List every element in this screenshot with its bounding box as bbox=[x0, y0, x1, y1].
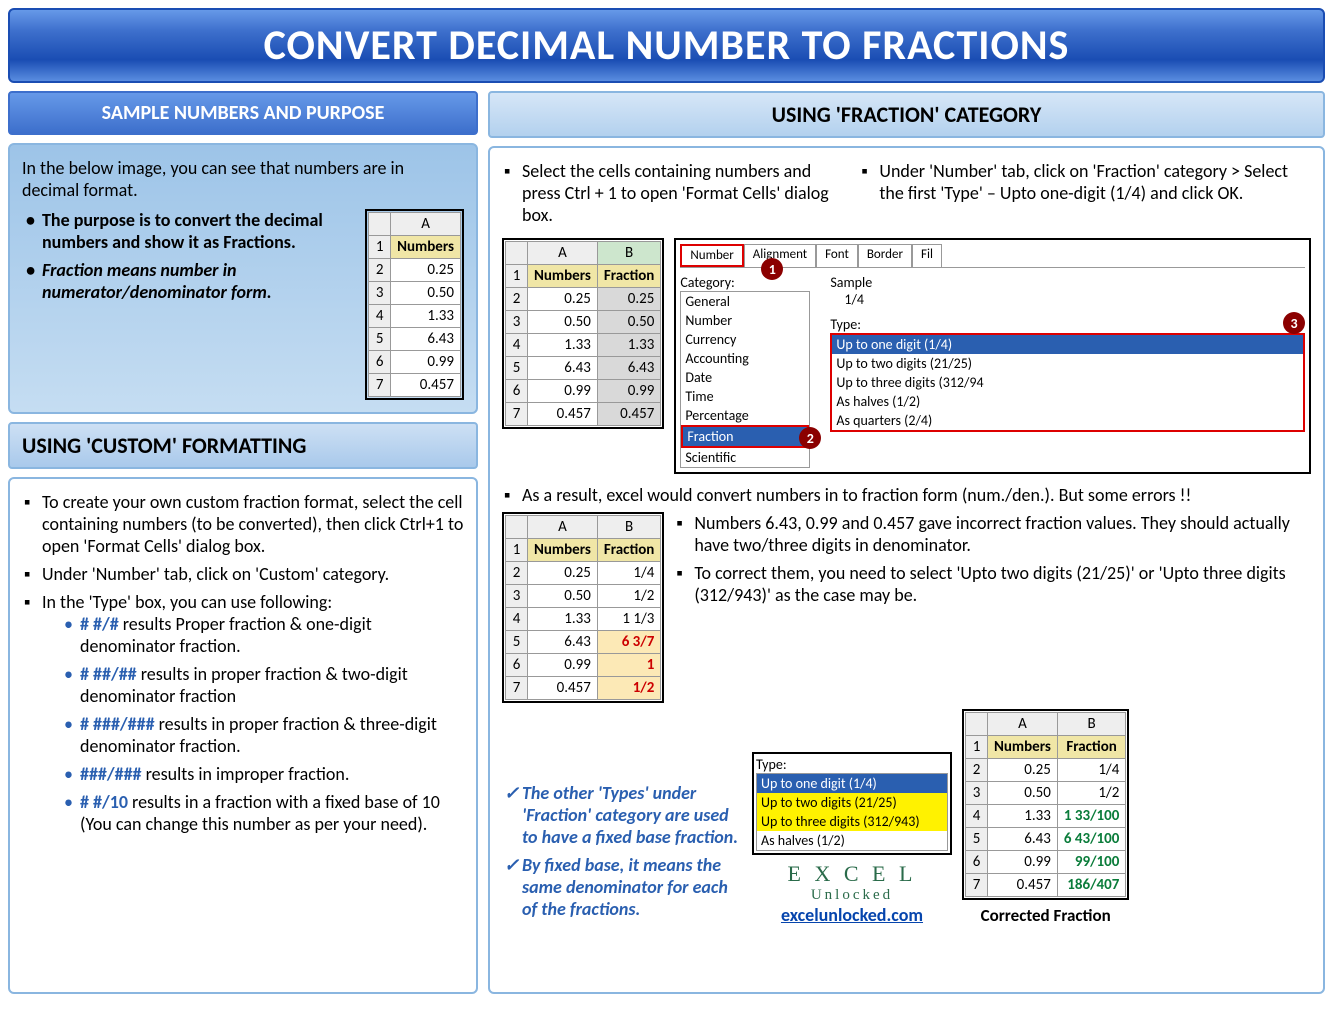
fmt3: # ###/### results in proper fraction & t… bbox=[60, 713, 464, 757]
fmt4: ###/### results in improper fraction. bbox=[60, 763, 464, 785]
corrected-caption: Corrected Fraction bbox=[962, 905, 1129, 926]
left-column: SAMPLE NUMBERS AND PURPOSE In the below … bbox=[8, 91, 478, 994]
custom-step3: In the 'Type' box, you can use following… bbox=[22, 591, 464, 835]
type-options[interactable]: Up to one digit (1/4) Up to two digits (… bbox=[756, 773, 948, 851]
main-title-banner: CONVERT DECIMAL NUMBER TO FRACTIONS bbox=[8, 8, 1325, 83]
right-column: USING 'FRACTION' CATEGORY Select the cel… bbox=[488, 91, 1325, 994]
category-fraction[interactable]: Fraction bbox=[681, 425, 809, 448]
corrected-table: AB 1NumbersFraction 20.251/4 30.501/2 41… bbox=[962, 709, 1129, 900]
badge-3: 3 bbox=[1283, 312, 1305, 334]
step-number-tab: Under 'Number' tab, click on 'Fraction' … bbox=[859, 160, 1311, 204]
type-label-dialog: Type: 3 bbox=[830, 316, 1305, 333]
tab-number[interactable]: Number bbox=[680, 244, 743, 267]
logo-line2: Unlocked bbox=[752, 887, 952, 904]
purpose-bullet: The purpose is to convert the decimal nu… bbox=[22, 209, 355, 253]
step-select: Select the cells containing numbers and … bbox=[502, 160, 849, 226]
note-other-types: The other 'Types' under 'Fraction' categ… bbox=[502, 782, 742, 848]
type-select-box: Type: Up to one digit (1/4) Up to two di… bbox=[752, 752, 952, 855]
main-title-text: CONVERT DECIMAL NUMBER TO FRACTIONS bbox=[264, 20, 1070, 71]
result-note: As a result, excel would convert numbers… bbox=[502, 484, 1311, 506]
format-cells-dialog: Number Alignment Font Border Fil 1 Categ… bbox=[674, 238, 1311, 474]
category-label: Category: bbox=[680, 274, 810, 291]
note-fixed-base: By fixed base, it means the same denomin… bbox=[502, 854, 742, 920]
type-list[interactable]: Up to one digit (1/4) Up to two digits (… bbox=[830, 333, 1305, 432]
error-table: AB 1NumbersFraction 20.251/4 30.501/2 41… bbox=[502, 512, 664, 703]
fmt1: # #/# results Proper fraction & one-digi… bbox=[60, 613, 464, 657]
fraction-panel: Select the cells containing numbers and … bbox=[488, 146, 1325, 994]
badge-2: 2 bbox=[799, 427, 821, 449]
fmt5: # #/10 results in a fraction with a fixe… bbox=[60, 791, 464, 835]
tab-border[interactable]: Border bbox=[858, 244, 912, 267]
sample-label: Sample bbox=[830, 274, 1305, 291]
correction-hint: To correct them, you need to select 'Upt… bbox=[674, 562, 1311, 606]
tab-fill[interactable]: Fil bbox=[912, 244, 942, 267]
sample-value: 1/4 bbox=[830, 291, 1305, 308]
sample-panel: In the below image, you can see that num… bbox=[8, 143, 478, 414]
logo-line1: E X C E L bbox=[752, 861, 952, 887]
sample-table: A 1Numbers 20.25 30.50 41.33 56.43 60.99… bbox=[365, 209, 464, 400]
fraction-def-bullet: Fraction means number in numerator/denom… bbox=[22, 259, 355, 303]
selection-table: AB 1NumbersFraction 20.250.25 30.500.50 … bbox=[502, 238, 664, 429]
custom-panel: To create your own custom fraction forma… bbox=[8, 477, 478, 994]
category-list[interactable]: General Number Currency Accounting Date … bbox=[680, 291, 810, 468]
error-explain: Numbers 6.43, 0.99 and 0.457 gave incorr… bbox=[674, 512, 1311, 556]
sample-header: SAMPLE NUMBERS AND PURPOSE bbox=[8, 91, 478, 135]
custom-step1: To create your own custom fraction forma… bbox=[22, 491, 464, 557]
site-link[interactable]: excelunlocked.com bbox=[781, 904, 923, 926]
type-one-digit[interactable]: Up to one digit (1/4) bbox=[832, 335, 1303, 354]
tab-font[interactable]: Font bbox=[816, 244, 858, 267]
sample-intro: In the below image, you can see that num… bbox=[22, 157, 464, 201]
fraction-header: USING 'FRACTION' CATEGORY bbox=[488, 91, 1325, 138]
logo: E X C E L Unlocked excelunlocked.com bbox=[752, 861, 952, 926]
custom-step2: Under 'Number' tab, click on 'Custom' ca… bbox=[22, 563, 464, 585]
custom-header: USING 'CUSTOM' FORMATTING bbox=[8, 422, 478, 469]
fmt2: # ##/## results in proper fraction & two… bbox=[60, 663, 464, 707]
content-columns: SAMPLE NUMBERS AND PURPOSE In the below … bbox=[8, 91, 1325, 994]
col-a: A bbox=[391, 213, 461, 236]
type-label: Type: bbox=[756, 756, 948, 773]
